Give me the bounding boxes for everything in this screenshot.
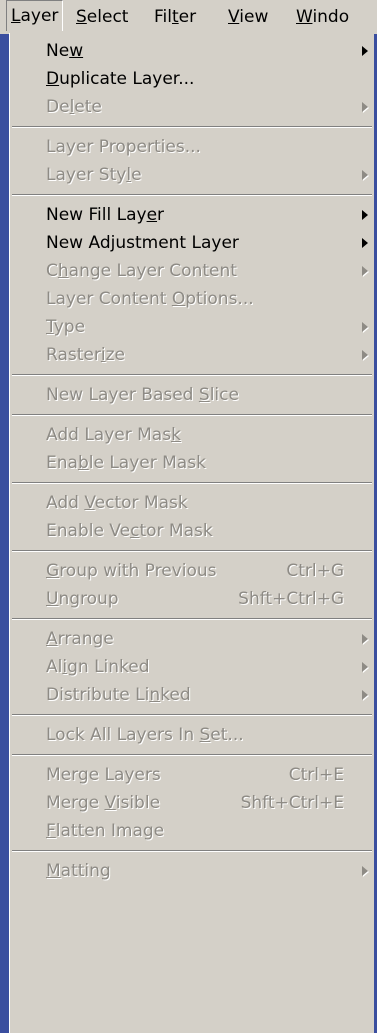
menu-item-label: Merge Visible — [46, 793, 161, 813]
menu-separator — [10, 369, 374, 381]
layer-menu-dropdown: New Duplicate Layer... Delete Layer Propert… — [9, 33, 374, 1033]
menu-item-new-fill-layer[interactable]: New Fill Layer — [10, 201, 374, 229]
menubar-view[interactable]: View — [228, 0, 268, 34]
submenu-arrow-icon — [362, 662, 368, 672]
menubar-select[interactable]: Select — [76, 0, 128, 34]
menu-item-label: Lock All Layers In Set... — [46, 725, 244, 745]
menu-item-add-vector-mask[interactable]: Add Vector Mask — [10, 489, 374, 517]
menu-item-shortcut: Ctrl+E — [288, 765, 344, 785]
menu-item-group-with-previous[interactable]: Group with Previous Ctrl+G — [10, 557, 374, 585]
menu-separator — [10, 477, 374, 489]
menu-item-lock-all-layers-in-set[interactable]: Lock All Layers In Set... — [10, 721, 374, 749]
menu-item-arrange[interactable]: Arrange — [10, 625, 374, 653]
menu-separator — [10, 409, 374, 421]
menu-item-change-layer-content[interactable]: Change Layer Content — [10, 257, 374, 285]
menu-item-layer-properties[interactable]: Layer Properties... — [10, 133, 374, 161]
menu-item-shortcut: Shft+Ctrl+E — [240, 793, 344, 813]
menu-item-label: Merge Layers — [46, 765, 161, 785]
menu-item-layer-content-options[interactable]: Layer Content Options... — [10, 285, 374, 313]
menu-item-label: Distribute Linked — [46, 685, 191, 705]
menu-item-label: Add Layer Mask — [46, 425, 181, 445]
menubar-window[interactable]: Windo — [296, 0, 349, 34]
menu-item-label: Delete — [46, 97, 102, 117]
menu-item-add-layer-mask[interactable]: Add Layer Mask — [10, 421, 374, 449]
menu-separator — [10, 121, 374, 133]
menu-item-label: Add Vector Mask — [46, 493, 188, 513]
menu-bar: Layer Select Filter View Windo — [0, 0, 377, 34]
menu-item-label: Layer Content Options... — [46, 289, 254, 309]
menu-item-enable-vector-mask[interactable]: Enable Vector Mask — [10, 517, 374, 545]
menu-item-label: New Fill Layer — [46, 205, 165, 225]
menu-separator — [10, 709, 374, 721]
menu-item-new[interactable]: New — [10, 37, 374, 65]
menu-item-merge-visible[interactable]: Merge Visible Shft+Ctrl+E — [10, 789, 374, 817]
submenu-arrow-icon — [362, 350, 368, 360]
menu-item-duplicate-layer[interactable]: Duplicate Layer... — [10, 65, 374, 93]
menu-separator — [10, 845, 374, 857]
submenu-arrow-icon — [362, 322, 368, 332]
menu-item-new-layer-based-slice[interactable]: New Layer Based Slice — [10, 381, 374, 409]
menu-item-merge-layers[interactable]: Merge Layers Ctrl+E — [10, 761, 374, 789]
menu-item-ungroup[interactable]: Ungroup Shft+Ctrl+G — [10, 585, 374, 613]
menu-item-shortcut: Shft+Ctrl+G — [238, 589, 344, 609]
menu-item-rasterize[interactable]: Rasterize — [10, 341, 374, 369]
menu-item-shortcut: Ctrl+G — [286, 561, 344, 581]
menu-item-label: Duplicate Layer... — [46, 69, 195, 89]
submenu-arrow-icon — [362, 690, 368, 700]
menu-item-label: New Adjustment Layer — [46, 233, 239, 253]
menu-separator — [10, 545, 374, 557]
menu-item-label: Type — [46, 317, 86, 337]
menu-item-type[interactable]: Type — [10, 313, 374, 341]
menu-separator — [10, 749, 374, 761]
menu-item-label: Change Layer Content — [46, 261, 237, 281]
menubar-layer[interactable]: Layer — [6, 0, 64, 31]
menu-item-flatten-image[interactable]: Flatten Image — [10, 817, 374, 845]
menu-item-label: Matting — [46, 861, 111, 881]
menu-item-align-linked[interactable]: Align Linked — [10, 653, 374, 681]
menu-item-label: Arrange — [46, 629, 114, 649]
menu-item-label: Layer Style — [46, 165, 142, 185]
menu-item-label: Enable Vector Mask — [46, 521, 213, 541]
submenu-arrow-icon — [362, 238, 368, 248]
menu-item-label: Layer Properties... — [46, 137, 201, 157]
menu-separator — [10, 189, 374, 201]
submenu-arrow-icon — [362, 210, 368, 220]
menu-item-label: Align Linked — [46, 657, 150, 677]
menu-item-matting[interactable]: Matting — [10, 857, 374, 885]
menu-item-label: Ungroup — [46, 589, 119, 609]
menu-item-label: Group with Previous — [46, 561, 217, 581]
menu-item-enable-layer-mask[interactable]: Enable Layer Mask — [10, 449, 374, 477]
menu-item-label: New Layer Based Slice — [46, 385, 239, 405]
submenu-arrow-icon — [362, 46, 368, 56]
submenu-arrow-icon — [362, 266, 368, 276]
menu-item-new-adjustment-layer[interactable]: New Adjustment Layer — [10, 229, 374, 257]
menu-separator — [10, 613, 374, 625]
menu-item-layer-style[interactable]: Layer Style — [10, 161, 374, 189]
submenu-arrow-icon — [362, 170, 368, 180]
menu-item-label: New — [46, 41, 84, 61]
menubar-filter[interactable]: Filter — [154, 0, 196, 34]
submenu-arrow-icon — [362, 634, 368, 644]
submenu-arrow-icon — [362, 102, 368, 112]
menu-item-delete[interactable]: Delete — [10, 93, 374, 121]
menu-item-label: Flatten Image — [46, 821, 165, 841]
menu-item-label: Rasterize — [46, 345, 125, 365]
submenu-arrow-icon — [362, 866, 368, 876]
menu-item-label: Enable Layer Mask — [46, 453, 206, 473]
menu-item-distribute-linked[interactable]: Distribute Linked — [10, 681, 374, 709]
